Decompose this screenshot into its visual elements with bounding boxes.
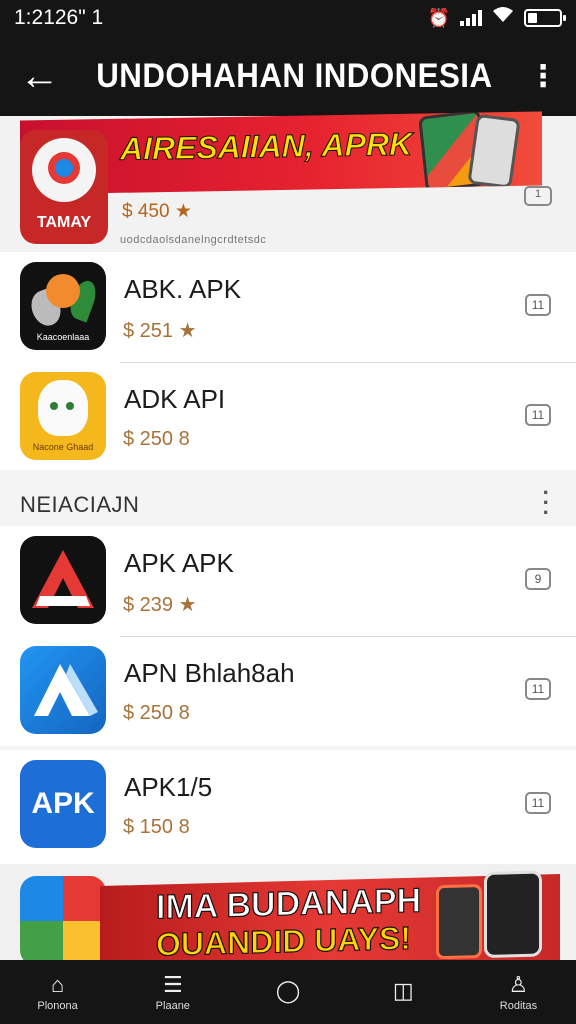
apps-icon: ◫ [392,977,414,1003]
alarm-icon: ⏰ [427,7,450,28]
nav-label: Plaane [155,999,190,1012]
app-price: $ 250 8 [123,702,190,724]
download-button[interactable]: 11 [525,678,551,700]
nav-profile[interactable]: ♙ Roditas [461,960,576,1024]
icon-label: Kaacoenlaaa [36,332,90,342]
apk-icon: APK [20,760,106,848]
app-price: $ 239 ★ [123,594,197,616]
home-icon: ⌂ [50,971,65,997]
cat-app-icon: Nacone Ghaad [20,372,106,460]
nav-label: Roditas [499,999,538,1012]
nav-menu[interactable]: ☰ Plaane [115,960,230,1024]
wifi-icon [492,6,514,30]
menu-icon: ☰ [162,971,183,997]
download-button[interactable]: 11 [525,792,551,814]
app-price: $ 251 ★ [123,320,197,342]
app-list-group-1: Kaacoenlaaa ABK. APK $ 251 ★ 11 Nacone G… [0,252,576,472]
icon-label: Nacone Ghaad [32,442,94,452]
nav-home[interactable]: ⌂ Plonona [0,960,115,1024]
featured-price: $ 450 ★ [122,201,192,222]
section-more-icon[interactable]: · · · [543,482,550,524]
more-options-icon[interactable]: ⋮ [510,36,576,116]
signal-icon [460,10,482,26]
list-item[interactable]: Kaacoenlaaa ABK. APK $ 251 ★ 11 [0,252,576,362]
list-item[interactable]: Nacone Ghaad ADK API $ 250 8 11 [0,362,576,472]
circle-icon: ◯ [275,977,301,1003]
section-header: NEIACIAJN · · · [0,470,576,534]
a-logo-icon [20,536,106,624]
section-title: NEIACIAJN [20,492,140,517]
download-button[interactable]: 11 [525,294,551,316]
app-title: ADK API [124,384,226,414]
delta-logo-icon [20,646,106,734]
app-title: APK APK [124,548,234,578]
status-bar: 1:2126" 1 ⏰ [0,0,576,36]
list-item[interactable]: APK APK $ 239 ★ 9 [0,526,576,636]
status-time: 1:2126" 1 [14,6,104,29]
profile-icon: ♙ [508,971,529,997]
phone-image [484,870,542,958]
bird-app-icon: Kaacoenlaaa [20,262,106,350]
phone-image [436,884,482,960]
phones-image [414,111,524,193]
featured-subtitle: uodcdaolsdanelngcrdtetsdc [120,234,267,246]
featured-section: AIRESAIIAN, APRK TAMAY $ 450 ★ uodcdaols… [0,111,576,252]
list-item[interactable]: APN Bhlah8ah $ 250 8 11 [0,636,576,746]
promo-banner-bottom[interactable]: IMA BUDANAPH OUANDID UAYS! [100,870,560,973]
status-icons: ⏰ [427,6,566,30]
featured-download-button[interactable]: 1 [524,186,552,206]
bottom-navigation: ⌂ Plonona ☰ Plaane ◯ ◫ ♙ Roditas [0,960,576,1024]
featured-icon-label: TAMAY [36,214,92,231]
app-list-group-3: APK APK1/5 $ 150 8 11 [0,750,576,864]
promo-line-2: OUANDID UAYS! [155,919,411,963]
download-button[interactable]: 9 [525,568,551,590]
app-title: ABK. APK [124,274,242,304]
nav-label: Plonona [37,999,78,1012]
promo-banner-text: AIRESAIIAN, APRK [120,125,413,167]
app-bar: ← UNDOHAHAN INDONESIA ⋮ [0,36,576,116]
bottom-promo-area: IMA BUDANAPH OUANDID UAYS! [0,864,576,973]
nav-circle[interactable]: ◯ [230,960,345,1024]
app-price: $ 150 8 [123,816,190,838]
back-arrow-icon[interactable]: ← [0,36,79,116]
page-title: UNDOHAHAN INDONESIA [96,56,493,95]
download-button[interactable]: 11 [525,404,551,426]
app-title: APN Bhlah8ah [124,658,295,688]
app-price: $ 250 8 [123,428,190,450]
app-title: APK1/5 [124,772,213,802]
chrome-app-icon[interactable] [20,876,106,966]
battery-icon [524,9,566,27]
nav-apps[interactable]: ◫ [346,960,461,1024]
camera-app-icon[interactable]: TAMAY [20,130,108,244]
app-list-group-2: APK APK $ 239 ★ 9 APN Bhlah8ah $ 250 8 1… [0,526,576,746]
list-item[interactable]: APK APK1/5 $ 150 8 11 [0,750,576,860]
